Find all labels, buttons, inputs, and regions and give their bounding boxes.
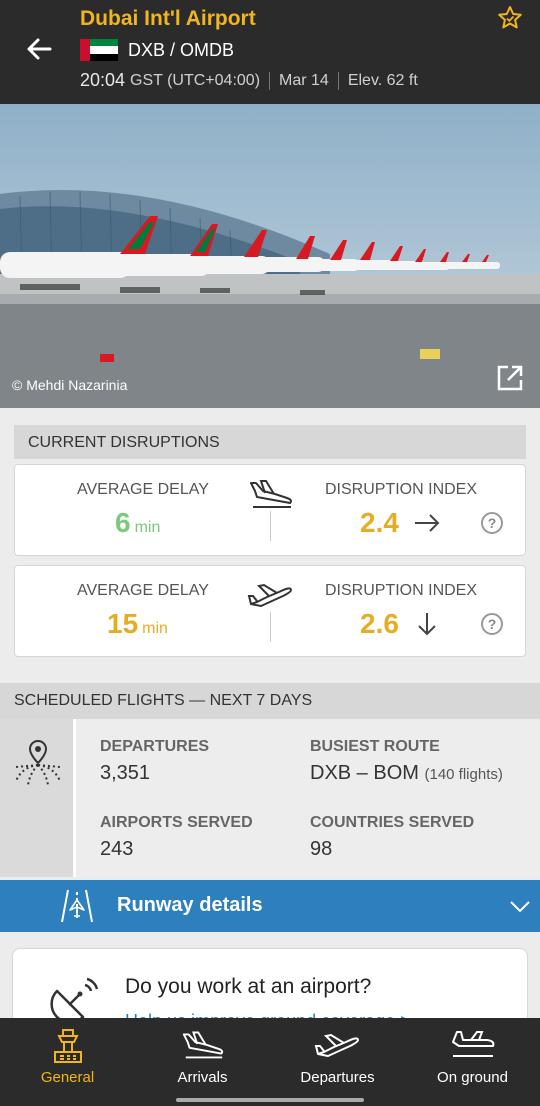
average-delay-label: AVERAGE DELAY [77,481,209,498]
busiest-route-label: BUSIEST ROUTE [310,738,440,755]
arrivals-disruption-card: AVERAGE DELAY DISRUPTION INDEX 6 min 2.4 … [14,464,526,556]
average-delay-unit: min [142,620,168,637]
airport-name: Dubai Int'l Airport [80,7,256,30]
open-external-icon[interactable] [494,362,526,394]
route-network-icon [15,739,61,786]
average-delay-value: 15 min [107,608,168,640]
average-delay-unit: min [134,519,161,536]
departing-plane-icon [247,583,292,607]
disruption-index-label: DISRUPTION INDEX [325,582,478,599]
runway-icon [61,889,93,923]
average-delay-value: 6 min [115,507,160,539]
favorite-star-icon[interactable] [496,4,524,32]
average-delay-number: 15 [107,608,139,639]
work-at-airport-card[interactable]: Do you work at an airport? Help us impro… [12,948,528,1028]
divider [270,612,271,642]
chevron-down-icon [510,901,530,913]
countries-served-value: 98 [310,838,333,860]
back-arrow-icon[interactable] [24,34,54,64]
airport-header: Dubai Int'l Airport DXB / OMDB 20:04 GST… [0,0,540,104]
disruption-index-value: 2.6 [360,608,399,639]
nav-arrivals[interactable]: Arrivals [135,1018,270,1092]
runway-details-toggle[interactable]: Runway details [0,880,540,932]
countries-served-stat: COUNTRIES SERVED 98 [310,814,474,861]
airport-photo-illustration [0,104,540,408]
busiest-route-flights: (140 flights) [424,766,503,783]
airport-codes-row: DXB / OMDB [80,38,234,62]
countries-served-label: COUNTRIES SERVED [310,814,475,831]
airport-photo[interactable]: © Mehdi Nazarinia [0,104,540,408]
help-icon[interactable]: ? [481,512,503,534]
nav-arrivals-label: Arrivals [177,1069,228,1086]
help-icon[interactable]: ? [481,613,503,635]
average-delay-number: 6 [115,507,131,538]
arriving-plane-icon [182,1031,223,1059]
nav-on-ground-label: On ground [437,1069,508,1086]
runway-details-label: Runway details [117,894,263,916]
divider [270,511,271,541]
nav-on-ground[interactable]: On ground [405,1018,540,1092]
uae-flag-icon [80,39,118,61]
disruption-index-value: 2.4 [360,507,399,538]
elevation: Elev. 62 ft [347,71,418,89]
departing-plane-icon [314,1033,359,1057]
airports-served-value: 243 [100,838,134,860]
arrow-right-icon [415,514,440,532]
scheduled-flights-heading: SCHEDULED FLIGHTS — NEXT 7 DAYS [0,683,540,719]
timezone: GST (UTC+04:00) [130,71,261,89]
scheduled-flights-panel: DEPARTURES 3,351 BUSIEST ROUTE DXB – BOM… [0,719,540,877]
photo-credit: © Mehdi Nazarinia [12,377,128,393]
arriving-plane-icon [250,480,292,508]
departures-value: 3,351 [100,762,151,784]
scheduled-icon-column [0,719,76,877]
nav-departures[interactable]: Departures [270,1018,405,1092]
satellite-dish-icon [50,977,99,1024]
disruptions-heading: CURRENT DISRUPTIONS [14,425,526,459]
nav-general-label: General [40,1069,95,1086]
work-card-title: Do you work at an airport? [125,975,372,998]
local-date: Mar 14 [279,71,329,89]
airport-info-row: 20:04 GST (UTC+04:00) Mar 14 Elev. 62 ft [80,70,418,91]
disruption-index-label: DISRUPTION INDEX [325,481,478,498]
departures-disruption-card: AVERAGE DELAY DISRUPTION INDEX 15 min 2.6… [14,565,526,657]
divider [337,71,339,90]
gesture-handle[interactable] [176,1098,364,1102]
arrow-down-icon [418,613,436,636]
busiest-route-value-row: DXB – BOM (140 flights) [310,762,503,785]
busiest-route-value: DXB – BOM [310,762,419,784]
ground-plane-icon [451,1031,494,1057]
local-time: 20:04 [80,70,126,90]
airports-served-label: AIRPORTS SERVED [100,814,253,831]
average-delay-label: AVERAGE DELAY [77,582,209,599]
airport-tower-icon [53,1029,82,1063]
divider [269,71,271,90]
nav-general[interactable]: General [0,1018,135,1092]
busiest-route-stat: BUSIEST ROUTE DXB – BOM (140 flights) [310,738,503,785]
nav-departures-label: Departures [300,1069,375,1086]
airports-served-stat: AIRPORTS SERVED 243 [100,814,253,861]
bottom-navigation: General Arrivals Departures On ground [0,1018,540,1092]
departures-stat: DEPARTURES 3,351 [100,738,209,785]
airport-codes: DXB / OMDB [128,39,235,60]
gesture-bar [0,1092,540,1106]
departures-label: DEPARTURES [100,738,210,755]
